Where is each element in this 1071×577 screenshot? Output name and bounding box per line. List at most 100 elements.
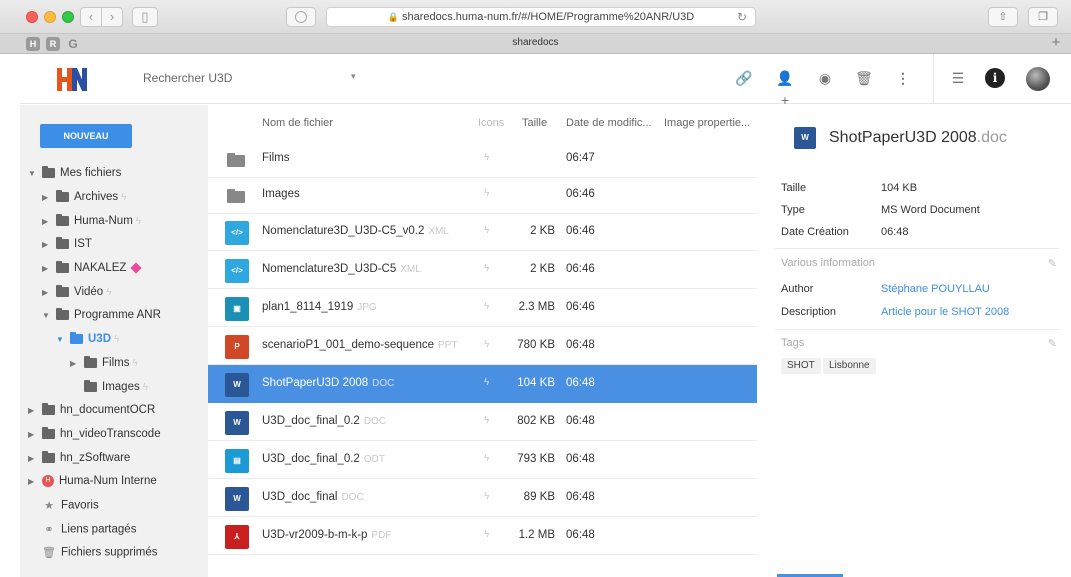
sync-bolt-icon: ϟ [484, 339, 490, 350]
meta-value-description[interactable]: Article pour le SHOT 2008 [881, 306, 1009, 318]
file-name[interactable]: plan1_8114_1919 JPG [262, 301, 377, 313]
column-header-image-properties[interactable]: Image propertie... [664, 117, 750, 129]
chevron-right-icon[interactable]: ▶ [28, 477, 38, 486]
close-window-button[interactable] [26, 11, 38, 23]
reload-icon[interactable]: ↻ [737, 8, 747, 26]
lock-icon: 🔒 [387, 12, 399, 22]
sidebar-item-hn-videotranscode[interactable]: ▶ hn_videoTranscode [28, 427, 161, 446]
folder-icon [70, 332, 83, 344]
sidebar-item-ist[interactable]: ▶ IST [42, 237, 92, 256]
column-header-date[interactable]: Date de modific... [566, 117, 652, 129]
trash-icon[interactable]: 🗑 [853, 67, 875, 89]
share-button[interactable]: ⇧ [988, 7, 1018, 27]
tag-chip[interactable]: Lisbonne [823, 358, 876, 374]
address-bar[interactable]: 🔒 sharedocs.huma-num.fr/#/HOME/Programme%… [326, 7, 756, 27]
sidebar-item-mes-fichiers[interactable]: ▼ Mes fichiers [28, 166, 121, 185]
sidebar-item-images[interactable]: Images ϟ [80, 380, 148, 399]
edit-metadata-icon[interactable]: ✎ [1048, 257, 1057, 270]
sidebar-item-label: Fichiers supprimés [61, 546, 158, 559]
preview-eye-icon[interactable]: ◉ [814, 67, 836, 89]
minimize-window-button[interactable] [44, 11, 56, 23]
table-row[interactable]: ⅄ U3D-vr2009-b-m-k-p PDF ϟ 1.2 MB 06:48 [208, 517, 757, 555]
column-header-name[interactable]: Nom de fichier [262, 117, 333, 129]
sidebar-item-u3d[interactable]: ▼ U3D ϟ [56, 332, 119, 351]
new-button[interactable]: NOUVEAU [40, 124, 132, 148]
sidebar-item-hn-documentocr[interactable]: ▶ hn_documentOCR [28, 403, 155, 422]
chevron-down-icon[interactable]: ▼ [28, 169, 38, 178]
table-row[interactable]: W U3D_doc_final_0.2 DOC ϟ 802 KB 06:48 [208, 403, 757, 441]
chevron-right-icon[interactable]: ▶ [42, 264, 52, 273]
sidebar-item-archives[interactable]: ▶ Archives ϟ [42, 190, 126, 209]
search-input[interactable]: Rechercher U3D [143, 71, 232, 85]
sidebar-item-favoris[interactable]: ★ Favoris [38, 499, 99, 517]
sidebar-item-hn-zsoftware[interactable]: ▶ hn_zSoftware [28, 451, 131, 470]
show-tabs-button[interactable]: ❐ [1028, 7, 1058, 27]
file-name[interactable]: ShotPaperU3D 2008 DOC [262, 377, 394, 389]
sidebar-item-programme-anr[interactable]: ▼ Programme ANR [42, 308, 161, 327]
meta-value-author[interactable]: Stéphane POUYLLAU [881, 283, 990, 295]
sidebar-item-label: Favoris [61, 499, 99, 512]
chevron-right-icon[interactable]: ▶ [42, 288, 52, 297]
privacy-report-button[interactable] [286, 7, 316, 27]
sidebar-item-label: hn_zSoftware [60, 452, 131, 464]
sidebar-item-huma-num[interactable]: ▶ Huma-Num ϟ [42, 214, 141, 233]
sidebar-item-video[interactable]: ▶ Vidéo ϟ [42, 285, 112, 304]
chevron-right-icon[interactable]: ▶ [42, 217, 52, 226]
file-name[interactable]: U3D_doc_final_0.2 DOC [262, 415, 386, 427]
share-link-icon[interactable]: 🔗 [733, 67, 755, 89]
chevron-left-icon: ‹ [88, 9, 94, 24]
chevron-right-icon[interactable]: ▶ [42, 240, 52, 249]
back-button[interactable]: ‹ [80, 7, 102, 27]
file-name-text: Images [262, 188, 300, 200]
tab-title[interactable]: sharedocs [0, 37, 1071, 48]
user-avatar[interactable] [1026, 67, 1050, 91]
table-row[interactable]: W ShotPaperU3D 2008 DOC ϟ 104 KB 06:48 [208, 365, 757, 403]
table-row[interactable]: PscenarioP1_001_demo-sequence PPT ϟ 780 KB 0… [208, 327, 757, 365]
file-name[interactable]: Images [262, 188, 300, 200]
edit-tags-icon[interactable]: ✎ [1048, 337, 1057, 350]
table-row[interactable]: Images ϟ 06:46 [208, 176, 757, 214]
sidebar-item-films[interactable]: ▶ Films ϟ [70, 356, 138, 375]
file-modified-date: 06:48 [566, 339, 595, 351]
sidebar-item-huma-num-interne[interactable]: ▶ H Huma-Num Interne [28, 475, 157, 493]
chevron-down-icon[interactable]: ▼ [42, 311, 52, 320]
meta-key-author: Author [781, 283, 814, 295]
search-dropdown-icon[interactable]: ▾ [351, 71, 356, 82]
sidebar-item-liens-partages[interactable]: ⚭ Liens partagés [38, 523, 136, 541]
chevron-right-icon[interactable]: ▶ [28, 406, 38, 415]
table-row[interactable]: W U3D_doc_final DOC ϟ 89 KB 06:48 [208, 479, 757, 517]
chevron-right-icon[interactable]: ▶ [28, 430, 38, 439]
chevron-right-icon[interactable]: ▶ [28, 454, 38, 463]
table-row[interactable]: Films ϟ 06:47 [208, 140, 757, 178]
file-name[interactable]: U3D_doc_final DOC [262, 491, 364, 503]
file-name[interactable]: scenarioP1_001_demo-sequence PPT [262, 339, 457, 351]
list-view-icon[interactable]: ☰ [947, 67, 969, 89]
chevron-down-icon[interactable]: ▼ [56, 335, 66, 344]
forward-button[interactable]: › [101, 7, 123, 27]
sidebar-toggle-button[interactable]: ▯ [132, 7, 158, 27]
file-modified-date: 06:48 [566, 453, 595, 465]
tag-chip[interactable]: SHOT [781, 358, 821, 374]
chevron-right-icon[interactable]: ▶ [70, 359, 80, 368]
file-name[interactable]: U3D-vr2009-b-m-k-p PDF [262, 529, 391, 541]
table-row[interactable]: ▣ plan1_8114_1919 JPG ϟ 2.3 MB 06:46 [208, 289, 757, 327]
table-row[interactable]: ▤ U3D_doc_final_0.2 ODT ϟ 793 KB 06:48 [208, 441, 757, 479]
chevron-right-icon[interactable]: ▶ [42, 193, 52, 202]
table-row[interactable]: </> Nomenclature3D_U3D-C5 XML ϟ 2 KB 06:46 [208, 251, 757, 289]
file-extension: JPG [357, 302, 377, 313]
new-tab-button[interactable]: + [1047, 34, 1065, 51]
zoom-window-button[interactable] [62, 11, 74, 23]
file-name[interactable]: Nomenclature3D_U3D-C5_v0.2 XML [262, 225, 449, 237]
file-name[interactable]: Films [262, 152, 289, 164]
column-header-size[interactable]: Taille [522, 117, 547, 129]
file-modified-date: 06:46 [566, 301, 595, 313]
file-name[interactable]: U3D_doc_final_0.2 ODT [262, 453, 385, 465]
file-name[interactable]: Nomenclature3D_U3D-C5 XML [262, 263, 421, 275]
sidebar-item-nakalez[interactable]: ▶ NAKALEZ [42, 261, 143, 280]
table-row[interactable]: </> Nomenclature3D_U3D-C5_v0.2 XML ϟ 2 KB 06:… [208, 213, 757, 251]
sidebar-item-fichiers-supprimes[interactable]: 🗑 Fichiers supprimés [38, 546, 158, 564]
more-options-icon[interactable]: ⋮ [892, 67, 914, 89]
column-header-icons[interactable]: Icons [478, 117, 504, 129]
info-icon[interactable]: i [985, 68, 1005, 88]
add-user-icon[interactable]: 👤+ [774, 67, 796, 108]
